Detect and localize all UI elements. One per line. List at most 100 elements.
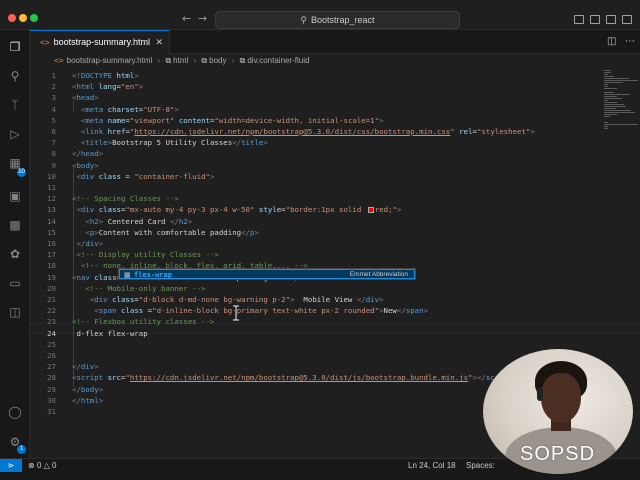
breadcrumb-html[interactable]: html xyxy=(173,56,188,65)
breadcrumb-file[interactable]: bootstrap-summary.html xyxy=(67,56,153,65)
extensions-badge: 10 xyxy=(17,168,26,177)
close-window-button[interactable] xyxy=(8,14,16,22)
minimap-line xyxy=(604,124,638,125)
line-code: <p>Content with comfortable padding</p> xyxy=(85,227,259,237)
line-number: 2 xyxy=(51,82,56,92)
line-number: 19 xyxy=(47,272,56,282)
minimap-line xyxy=(604,110,632,111)
indentation-setting[interactable]: Spaces: xyxy=(466,459,495,472)
minimap-line xyxy=(604,88,617,89)
settings-badge: 1 xyxy=(17,445,26,454)
minimap-line xyxy=(604,108,616,109)
minimap-line xyxy=(604,100,609,101)
line-number: 17 xyxy=(47,250,56,260)
run-debug-icon[interactable]: ▷ xyxy=(8,127,22,141)
code-line-12[interactable]: 12 <!-- Spacing Classes --> xyxy=(30,193,630,204)
chevron-right-icon: › xyxy=(157,56,161,65)
code-line-14[interactable]: 14 <h2> Centered Card </h2> xyxy=(30,216,630,227)
cursor-position[interactable]: Ln 24, Col 18 xyxy=(408,459,456,472)
code-line-21[interactable]: 21 <div class="d-block d-md-none bg-warn… xyxy=(30,294,630,305)
line-code: <div class = "container-fluid"> xyxy=(76,171,215,181)
breadcrumb-div[interactable]: div.container-fluid xyxy=(247,56,309,65)
line-number: 12 xyxy=(47,194,56,204)
code-line-3[interactable]: 3 <head> xyxy=(30,92,630,103)
watermark: SOPSD xyxy=(520,443,596,465)
code-line-7[interactable]: 7 <title>Bootstrap 5 Utility Classes</ti… xyxy=(30,137,630,148)
minimap-line xyxy=(604,98,622,99)
minimap-line xyxy=(604,116,610,117)
suggest-item-flex-wrap[interactable]: ▦ flex-wrap Emmet Abbreviation xyxy=(119,269,415,279)
code-line-9[interactable]: 9 <body> xyxy=(30,160,630,171)
toggle-panel-icon[interactable] xyxy=(606,15,616,24)
line-code: <h2> Centered Card </h2> xyxy=(85,216,193,226)
line-number: 5 xyxy=(51,115,56,125)
code-line-20[interactable]: 20 <!-- Mobile-only banner --> xyxy=(30,283,630,294)
code-line-17[interactable]: 17 <!-- Display utility Classes --> xyxy=(30,249,630,260)
line-number: 6 xyxy=(51,127,56,136)
code-line-11[interactable]: 11 xyxy=(30,182,630,193)
code-line-2[interactable]: 2 <html lang="en"> xyxy=(30,81,630,92)
element-icon: ⧉ xyxy=(201,56,208,65)
line-code: <head> xyxy=(72,93,99,103)
minimap-line xyxy=(604,80,638,81)
editor-tab-bar: <> bootstrap-summary.html ✕ ◫ ⋯ xyxy=(30,30,640,54)
line-number: 11 xyxy=(47,183,56,192)
python-icon[interactable]: ✿ xyxy=(8,247,22,261)
copilot-icon[interactable] xyxy=(574,15,584,24)
line-number: 10 xyxy=(47,171,56,181)
code-line-25[interactable]: 25 xyxy=(30,339,630,350)
maximize-window-button[interactable] xyxy=(30,14,38,22)
remote-explorer-icon[interactable]: ▣ xyxy=(8,189,22,203)
code-line-13[interactable]: 13 <div class="mx-auto my-4 py-3 px-4 w-… xyxy=(30,204,630,215)
suggest-widget[interactable]: ▦ flex-wrap Emmet Abbreviation xyxy=(118,268,416,280)
warning-icon: △ xyxy=(43,461,50,470)
back-arrow-icon[interactable]: ← xyxy=(182,12,191,25)
line-number: 13 xyxy=(47,205,56,215)
suggest-detail: Emmet Abbreviation xyxy=(349,271,408,278)
line-number: 1 xyxy=(51,71,56,80)
code-line-10[interactable]: 10 <div class = "container-fluid"> xyxy=(30,171,630,182)
split-editor-icon[interactable]: ◫ xyxy=(607,36,616,47)
more-actions-icon[interactable]: ⋯ xyxy=(625,36,635,47)
code-line-5[interactable]: 5 <meta name="viewport" content="width=d… xyxy=(30,115,630,126)
line-code: <span class ="d-inline-block bg-primary … xyxy=(94,306,429,316)
source-control-icon[interactable]: ᛉ xyxy=(8,98,22,112)
docker-icon[interactable]: ▭ xyxy=(8,276,22,290)
breadcrumb-body[interactable]: body xyxy=(209,56,226,65)
toggle-secondary-sidebar-icon[interactable] xyxy=(622,15,632,24)
code-line-23[interactable]: 23 <!-- Flexbox utility classes --> xyxy=(30,316,630,327)
minimap-line xyxy=(604,128,609,129)
code-line-24[interactable]: 24 d-flex flex-wrap xyxy=(30,328,630,339)
minimap-line xyxy=(604,102,617,103)
project-manager-icon[interactable]: ◫ xyxy=(8,305,22,319)
minimap-line xyxy=(604,74,608,75)
line-code: </html> xyxy=(72,395,104,405)
code-line-6[interactable]: 6 <link href="https://cdn.jsdelivr.net/n… xyxy=(30,126,630,137)
minimap[interactable] xyxy=(602,68,640,148)
line-number: 15 xyxy=(47,227,56,237)
code-line-22[interactable]: 22 <span class ="d-inline-block bg-prima… xyxy=(30,305,630,316)
line-code: <meta charset="UTF-8"> xyxy=(80,104,179,114)
tab-bootstrap-summary[interactable]: <> bootstrap-summary.html ✕ xyxy=(30,30,170,54)
problems-indicator[interactable]: ⊗ 0 △ 0 xyxy=(28,459,56,472)
line-number: 21 xyxy=(47,295,56,304)
account-icon[interactable]: ◯ xyxy=(8,405,22,419)
code-line-8[interactable]: 8 </head> xyxy=(30,148,630,159)
remote-indicator-icon[interactable]: ⋗ xyxy=(0,459,22,472)
command-center-search[interactable]: ⚲ Bootstrap_react xyxy=(215,11,460,29)
files-icon[interactable]: ❐ xyxy=(8,40,22,54)
line-number: 27 xyxy=(47,362,56,372)
minimap-line xyxy=(604,114,617,115)
code-line-15[interactable]: 15 <p>Content with comfortable padding</… xyxy=(30,227,630,238)
close-icon[interactable]: ✕ xyxy=(155,31,163,53)
search-icon[interactable]: ⚲ xyxy=(8,69,22,83)
minimize-window-button[interactable] xyxy=(19,14,27,22)
toggle-primary-sidebar-icon[interactable] xyxy=(590,15,600,24)
forward-arrow-icon[interactable]: → xyxy=(198,12,207,25)
code-line-1[interactable]: 1 <!DOCTYPE html> xyxy=(30,70,630,81)
element-icon: ⧉ xyxy=(165,56,172,65)
line-code: <title>Bootstrap 5 Utility Classes</titl… xyxy=(80,138,268,148)
code-line-4[interactable]: 4 <meta charset="UTF-8"> xyxy=(30,104,630,115)
code-line-16[interactable]: 16 </div> xyxy=(30,238,630,249)
testing-icon[interactable]: ▩ xyxy=(8,218,22,232)
